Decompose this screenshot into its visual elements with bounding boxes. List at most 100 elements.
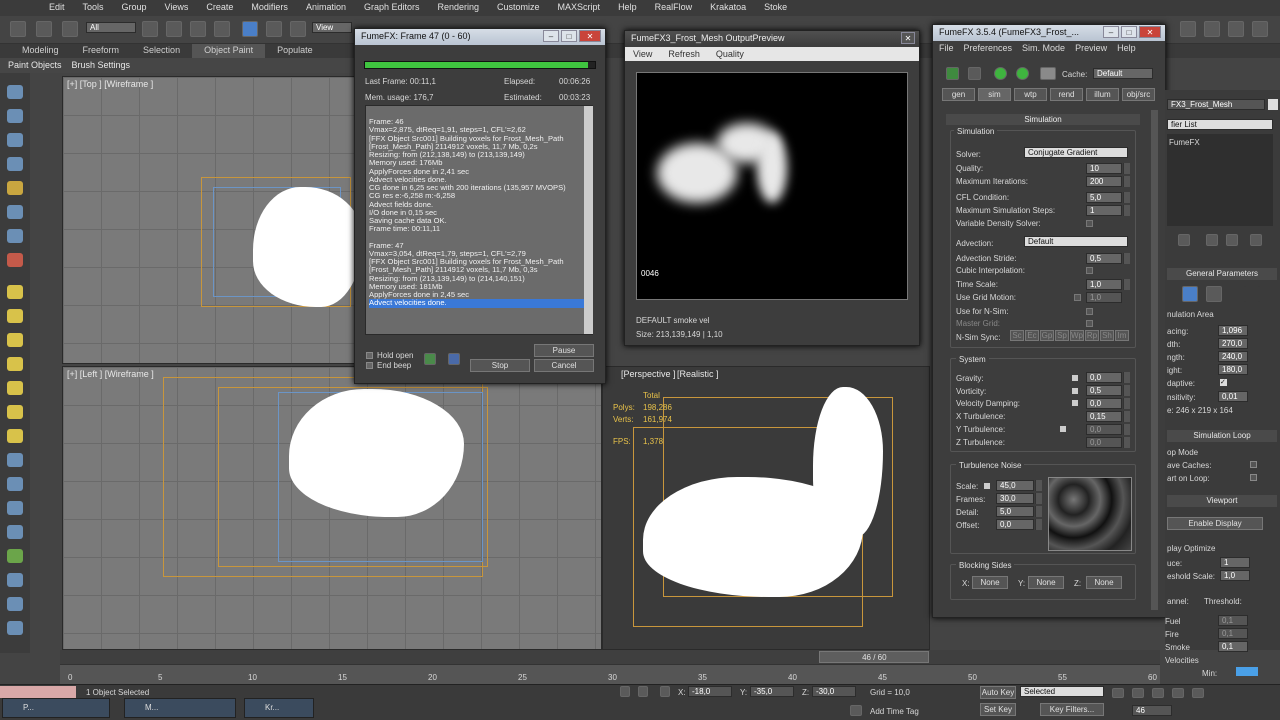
auto-key-button[interactable]: Auto Key bbox=[980, 686, 1016, 699]
noise-offset-spinner[interactable] bbox=[1035, 519, 1042, 530]
select-icon[interactable] bbox=[142, 21, 158, 37]
vorticity-map-button[interactable] bbox=[1072, 388, 1078, 394]
cfl-spinner[interactable] bbox=[1123, 192, 1130, 203]
grid-motion-checkbox[interactable] bbox=[1074, 294, 1081, 301]
taskbar-item-m[interactable]: M... bbox=[124, 698, 236, 718]
coord-y-field[interactable]: -35,0 bbox=[750, 686, 794, 697]
show-end-result-icon[interactable] bbox=[1206, 234, 1218, 246]
previous-frame-icon[interactable] bbox=[1132, 688, 1144, 698]
key-selection-dropdown[interactable]: Selected bbox=[1020, 686, 1104, 697]
viewport-label[interactable]: [+] [Top ] [Wireframe ] bbox=[67, 79, 153, 89]
link-icon[interactable] bbox=[10, 21, 26, 37]
camera-icon[interactable] bbox=[7, 205, 23, 219]
menu-views[interactable]: Views bbox=[156, 0, 198, 16]
sensitivity-field[interactable]: 0,01 bbox=[1218, 391, 1248, 402]
quality-spinner[interactable] bbox=[1123, 163, 1130, 174]
menu-stoke[interactable]: Stoke bbox=[755, 0, 796, 16]
y-turbulence-spinner[interactable] bbox=[1123, 424, 1130, 435]
minimize-icon[interactable]: – bbox=[543, 30, 559, 42]
cubic-interpolation-checkbox[interactable] bbox=[1086, 267, 1093, 274]
noise-frames-field[interactable]: 30,0 bbox=[996, 493, 1034, 504]
move-icon[interactable] bbox=[242, 21, 258, 37]
gravity-map-button[interactable] bbox=[1072, 375, 1078, 381]
menu-krakatoa[interactable]: Krakatoa bbox=[701, 0, 755, 16]
width-field[interactable]: 270,0 bbox=[1218, 338, 1248, 349]
menu-group[interactable]: Group bbox=[113, 0, 156, 16]
maxscript-listener-mini[interactable] bbox=[0, 686, 76, 698]
continue-icon[interactable] bbox=[1016, 67, 1029, 80]
brush-icon[interactable] bbox=[7, 477, 23, 491]
object-name-field[interactable]: FX3_Frost_Mesh bbox=[1167, 99, 1265, 110]
window-crossing-icon[interactable] bbox=[214, 21, 230, 37]
noise-scale-spinner[interactable] bbox=[1035, 480, 1042, 491]
advection-stride-field[interactable]: 0,5 bbox=[1086, 253, 1122, 264]
preview-menu-quality[interactable]: Quality bbox=[716, 49, 744, 59]
box-icon[interactable] bbox=[7, 109, 23, 123]
help-icon[interactable] bbox=[1244, 286, 1260, 302]
fumefx-menu-preview[interactable]: Preview bbox=[1075, 43, 1107, 53]
scale-icon[interactable] bbox=[290, 21, 306, 37]
max-steps-spinner[interactable] bbox=[1123, 205, 1130, 216]
simulation-rollout-header[interactable]: Simulation bbox=[946, 114, 1140, 125]
menu-create[interactable]: Create bbox=[197, 0, 242, 16]
cone-icon[interactable] bbox=[7, 357, 23, 371]
reference-coord-dropdown[interactable]: View bbox=[312, 22, 352, 33]
tab-gen[interactable]: gen bbox=[942, 88, 975, 101]
variable-density-checkbox[interactable] bbox=[1086, 220, 1093, 227]
close-icon[interactable]: ✕ bbox=[901, 32, 915, 44]
block-z-button[interactable]: None bbox=[1086, 576, 1122, 589]
menu-modifiers[interactable]: Modifiers bbox=[242, 0, 297, 16]
maximize-icon[interactable]: □ bbox=[561, 30, 577, 42]
drop-icon[interactable] bbox=[7, 597, 23, 611]
render-frame-icon[interactable] bbox=[1204, 21, 1220, 37]
length-field[interactable]: 240,0 bbox=[1218, 351, 1248, 362]
sync-sh-button[interactable]: Sh bbox=[1100, 330, 1114, 341]
add-time-tag[interactable]: Add Time Tag bbox=[870, 707, 919, 716]
circle-icon[interactable] bbox=[7, 429, 23, 443]
sync-im-button[interactable]: Im bbox=[1115, 330, 1129, 341]
max-steps-field[interactable]: 1 bbox=[1086, 205, 1122, 216]
select-by-name-icon[interactable] bbox=[166, 21, 182, 37]
master-grid-checkbox[interactable] bbox=[1086, 320, 1093, 327]
progress-titlebar[interactable]: FumeFX: Frame 47 (0 - 60) – □ ✕ bbox=[355, 29, 605, 45]
flame-icon[interactable] bbox=[7, 573, 23, 587]
menu-rendering[interactable]: Rendering bbox=[429, 0, 489, 16]
preview-icon[interactable] bbox=[448, 353, 460, 365]
smoke-threshold-field[interactable]: 0,1 bbox=[1218, 641, 1248, 652]
y-turbulence-field[interactable]: 0,0 bbox=[1086, 424, 1122, 435]
render-icon[interactable] bbox=[1228, 21, 1244, 37]
sun-icon[interactable] bbox=[7, 405, 23, 419]
go-to-end-icon[interactable] bbox=[1192, 688, 1204, 698]
stop-button[interactable]: Stop bbox=[470, 359, 530, 372]
fuel-threshold-field[interactable]: 0,1 bbox=[1218, 615, 1248, 626]
taskbar-item-p[interactable]: P... bbox=[2, 698, 110, 718]
bind-icon[interactable] bbox=[62, 21, 78, 37]
folder-icon[interactable] bbox=[7, 285, 23, 299]
menu-help[interactable]: Help bbox=[609, 0, 646, 16]
enable-display-button[interactable]: Enable Display bbox=[1167, 517, 1263, 530]
gravity-spinner[interactable] bbox=[1123, 372, 1130, 383]
hold-open-checkbox[interactable] bbox=[366, 352, 373, 359]
isolate-icon[interactable] bbox=[638, 686, 648, 697]
wave-caches-checkbox[interactable] bbox=[1250, 461, 1257, 468]
x-turbulence-spinner[interactable] bbox=[1123, 411, 1130, 422]
tab-illum[interactable]: illum bbox=[1086, 88, 1119, 101]
default-icon[interactable] bbox=[946, 67, 959, 80]
next-frame-icon[interactable] bbox=[1172, 688, 1184, 698]
menu-graph-editors[interactable]: Graph Editors bbox=[355, 0, 429, 16]
menu-animation[interactable]: Animation bbox=[297, 0, 355, 16]
time-slider[interactable]: 46 / 60 bbox=[60, 650, 1160, 664]
time-scale-field[interactable]: 1,0 bbox=[1086, 279, 1122, 290]
close-icon[interactable]: ✕ bbox=[579, 30, 601, 42]
play-icon[interactable] bbox=[994, 67, 1007, 80]
noise-detail-spinner[interactable] bbox=[1035, 506, 1042, 517]
set-key-button[interactable]: Set Key bbox=[980, 703, 1016, 716]
simulation-loop-header[interactable]: Simulation Loop bbox=[1167, 430, 1277, 442]
z-turbulence-spinner[interactable] bbox=[1123, 437, 1130, 448]
viewport-perspective[interactable]: [Perspective ] [Realistic ] Total Polys:… bbox=[602, 366, 930, 650]
grid-icon[interactable] bbox=[7, 157, 23, 171]
configure-modifiers-icon[interactable] bbox=[1250, 234, 1262, 246]
open-ui-icon[interactable] bbox=[1206, 286, 1222, 302]
tab-sim[interactable]: sim bbox=[978, 88, 1011, 101]
sync-sp-button[interactable]: Sp bbox=[1055, 330, 1069, 341]
